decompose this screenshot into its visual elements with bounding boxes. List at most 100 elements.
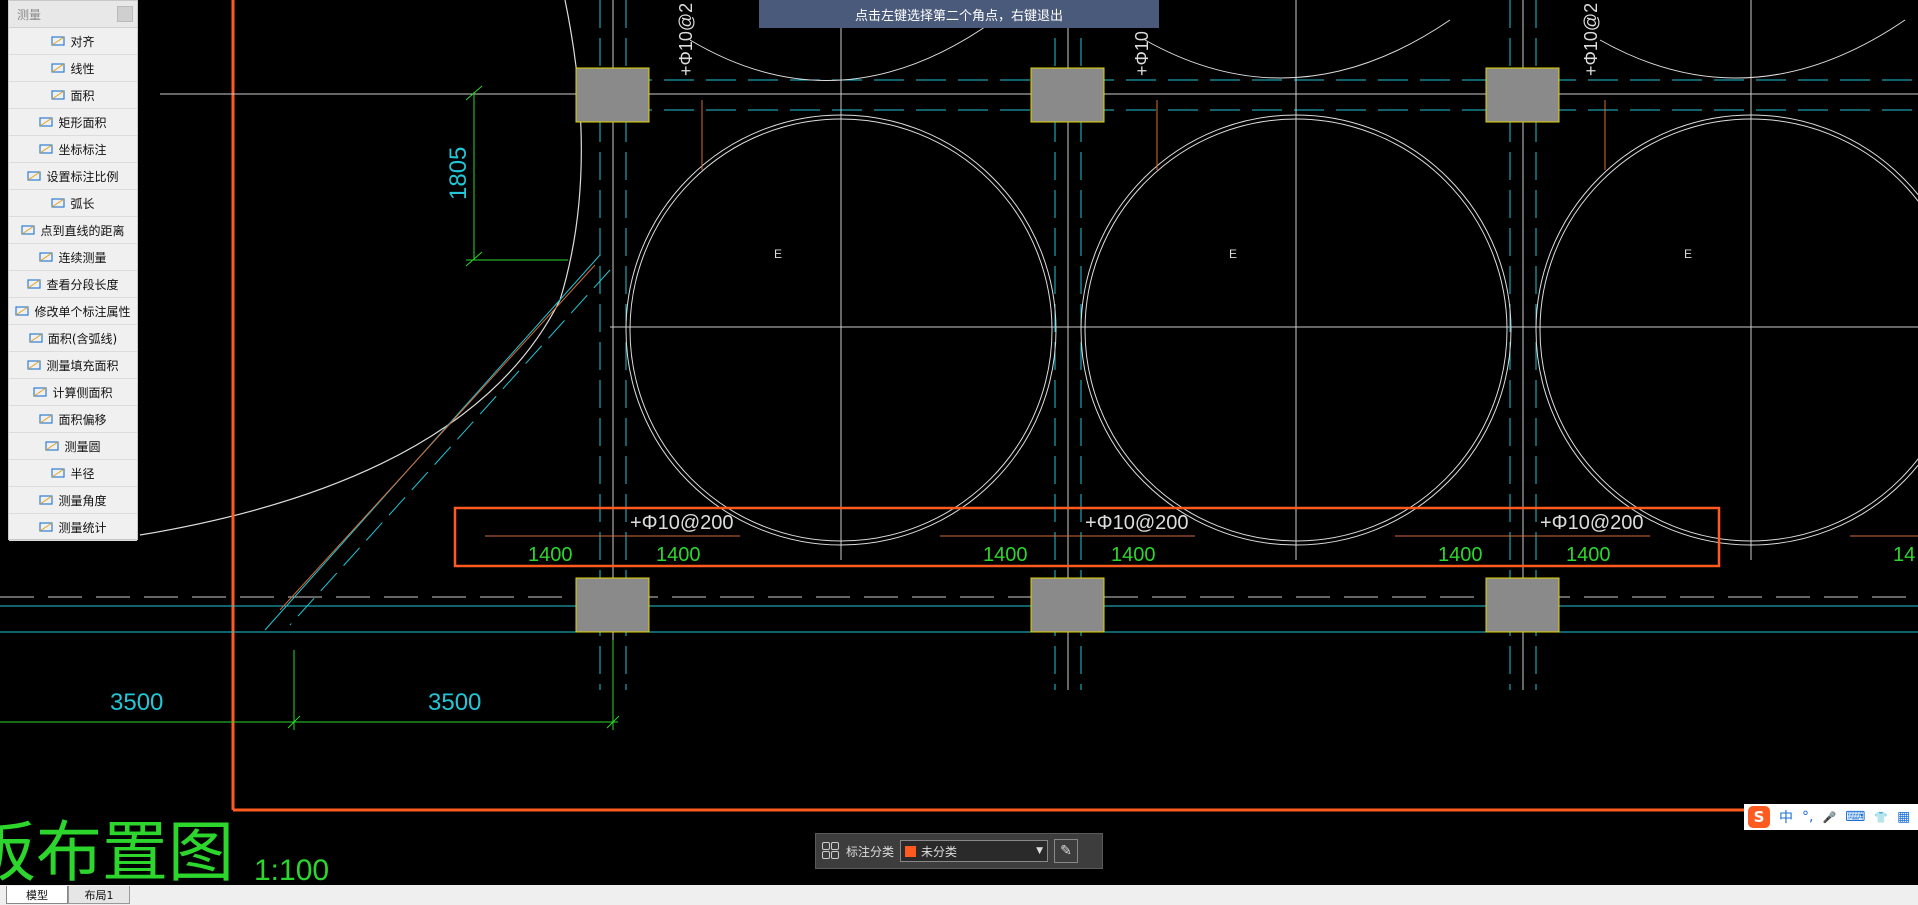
measure-tool-12[interactable]: 面积(含弧线) bbox=[9, 325, 137, 352]
bottom-dimension bbox=[0, 640, 620, 730]
edit-category-button[interactable]: ✎ bbox=[1054, 839, 1079, 863]
vertical-dimension bbox=[465, 85, 568, 267]
sogou-logo-icon[interactable]: S bbox=[1748, 806, 1770, 828]
tab-model-label: 模型 bbox=[26, 888, 48, 902]
svg-text:1400: 1400 bbox=[1438, 544, 1483, 566]
measure-tool-3[interactable]: 面积 bbox=[9, 82, 137, 109]
tab-layout1[interactable]: 布局1 bbox=[68, 886, 130, 904]
circle-measure-icon bbox=[45, 440, 60, 452]
upper-arc-1 bbox=[689, 19, 996, 81]
svg-text:+Φ10@200: +Φ10@200 bbox=[1540, 512, 1644, 534]
arc-length-icon bbox=[51, 197, 66, 209]
svg-text:1400: 1400 bbox=[528, 544, 573, 566]
circle-label-2: E bbox=[1229, 247, 1237, 261]
measure-tool-label: 面积偏移 bbox=[58, 412, 107, 427]
measure-tool-10[interactable]: 查看分段长度 bbox=[9, 271, 137, 298]
measure-tool-9[interactable]: 连续测量 bbox=[9, 244, 137, 271]
chevron-down-icon: ▼ bbox=[1036, 846, 1044, 856]
measure-tool-label: 连续测量 bbox=[58, 250, 107, 265]
measure-tool-label: 面积 bbox=[70, 88, 95, 103]
measure-tool-label: 修改单个标注属性 bbox=[34, 304, 131, 319]
area-offset-icon bbox=[39, 413, 54, 425]
close-icon[interactable] bbox=[117, 6, 133, 22]
measure-tool-17[interactable]: 半径 bbox=[9, 460, 137, 487]
hatch-area-icon bbox=[27, 359, 42, 371]
ime-toolbar: S 中 °, 🎤 ⌨ 👕 ▦ bbox=[1744, 804, 1918, 830]
keyboard-icon[interactable]: ⌨ bbox=[1845, 809, 1865, 825]
measure-tool-14[interactable]: 计算侧面积 bbox=[9, 379, 137, 406]
annotation-category-label: 标注分类 bbox=[846, 844, 895, 859]
measure-tool-label: 对齐 bbox=[70, 34, 95, 49]
measure-tool-2[interactable]: 线性 bbox=[9, 55, 137, 82]
rebar-label-top-3: +Φ10@2 bbox=[1581, 3, 1601, 76]
measure-tool-11[interactable]: 修改单个标注属性 bbox=[9, 298, 137, 325]
area-icon bbox=[51, 89, 66, 101]
microphone-icon[interactable]: 🎤 bbox=[1822, 811, 1836, 824]
arc-area-icon bbox=[29, 332, 43, 344]
span-group-4-partial: 14 bbox=[1850, 535, 1918, 566]
category-grid-icon[interactable] bbox=[822, 842, 840, 860]
measure-tool-18[interactable]: 测量角度 bbox=[9, 487, 137, 514]
skin-icon[interactable]: 👕 bbox=[1874, 811, 1888, 824]
ime-menu-icon[interactable]: ▦ bbox=[1897, 809, 1910, 825]
measure-tool-5[interactable]: 坐标标注 bbox=[9, 136, 137, 163]
measure-tool-13[interactable]: 测量填充面积 bbox=[9, 352, 137, 379]
circle-label-1: E bbox=[774, 247, 782, 261]
column-b2 bbox=[1030, 577, 1105, 633]
measure-tool-4[interactable]: 矩形面积 bbox=[9, 109, 137, 136]
measure-tool-15[interactable]: 面积偏移 bbox=[9, 406, 137, 433]
annotation-category-value: 未分类 bbox=[921, 844, 958, 859]
angle-icon bbox=[39, 494, 54, 506]
column-a1 bbox=[575, 67, 650, 123]
column-b1 bbox=[1030, 67, 1105, 123]
tab-model[interactable]: 模型 bbox=[6, 886, 68, 904]
measure-tool-label: 计算侧面积 bbox=[52, 385, 113, 400]
rectangle-area-icon bbox=[39, 116, 54, 128]
silo-circle-3 bbox=[1535, 114, 1918, 546]
ime-punct-toggle[interactable]: °, bbox=[1802, 809, 1813, 825]
svg-text:+Φ10@200: +Φ10@200 bbox=[1085, 512, 1189, 534]
measure-panel-title: 测量 bbox=[17, 7, 42, 22]
rebar-label-top-1: +Φ10@2 bbox=[676, 3, 696, 76]
column-c1 bbox=[1485, 67, 1560, 123]
measure-tool-7[interactable]: 弧长 bbox=[9, 190, 137, 217]
point-line-distance-icon bbox=[21, 224, 36, 236]
measure-tool-label: 面积(含弧线) bbox=[47, 331, 118, 346]
upper-arc-2 bbox=[1144, 19, 1451, 79]
measure-panel-header[interactable]: 测量 bbox=[9, 1, 137, 28]
segment-length-icon bbox=[27, 278, 42, 290]
upper-arc-3 bbox=[1599, 19, 1906, 79]
measure-tool-19[interactable]: 测量统计 bbox=[9, 514, 137, 541]
cad-drawing-canvas[interactable]: +Φ10@2 +Φ10 +Φ10@2 E E E 1805 +Φ10@200 1… bbox=[0, 0, 1918, 885]
category-color-swatch bbox=[905, 845, 917, 857]
layout-tab-strip bbox=[0, 885, 1918, 905]
command-hint-bar: 点击左键选择第二个角点，右键退出 bbox=[759, 0, 1159, 28]
tab-layout1-label: 布局1 bbox=[84, 888, 114, 902]
svg-text:1400: 1400 bbox=[1566, 544, 1611, 566]
column-a2 bbox=[575, 577, 650, 633]
side-area-icon bbox=[33, 386, 48, 398]
measure-tool-label: 设置标注比例 bbox=[46, 169, 119, 184]
measure-tool-label: 测量角度 bbox=[58, 493, 107, 508]
bottom-dim-value-2: 3500 bbox=[428, 689, 481, 716]
rebar-label-top-2: +Φ10 bbox=[1132, 31, 1152, 76]
measure-tool-6[interactable]: 设置标注比例 bbox=[9, 163, 137, 190]
svg-text:+Φ10@200: +Φ10@200 bbox=[630, 512, 734, 534]
measure-tool-label: 测量统计 bbox=[58, 520, 107, 535]
aligned-dimension-icon bbox=[51, 35, 66, 47]
continuous-measure-icon bbox=[39, 251, 54, 263]
measure-tool-label: 测量圆 bbox=[64, 439, 101, 454]
scale-icon bbox=[27, 170, 42, 182]
svg-text:1400: 1400 bbox=[656, 544, 701, 566]
annotation-category-select[interactable]: 未分类 ▼ bbox=[900, 840, 1049, 862]
measure-tool-1[interactable]: 对齐 bbox=[9, 28, 137, 55]
ime-mode-toggle[interactable]: 中 bbox=[1779, 807, 1793, 827]
edit-icon: ✎ bbox=[1060, 843, 1072, 859]
statistics-icon bbox=[39, 521, 54, 533]
measure-tool-8[interactable]: 点到直线的距离 bbox=[9, 217, 137, 244]
measure-tool-16[interactable]: 测量圆 bbox=[9, 433, 137, 460]
measure-tool-label: 点到直线的距离 bbox=[40, 223, 125, 238]
measure-tool-label: 测量填充面积 bbox=[46, 358, 119, 373]
circle-label-3: E bbox=[1684, 247, 1692, 261]
measure-panel: 测量 对齐线性面积矩形面积 坐标标注设置标注比例弧长点到直线的距离 连续测量查看分段… bbox=[8, 0, 138, 541]
